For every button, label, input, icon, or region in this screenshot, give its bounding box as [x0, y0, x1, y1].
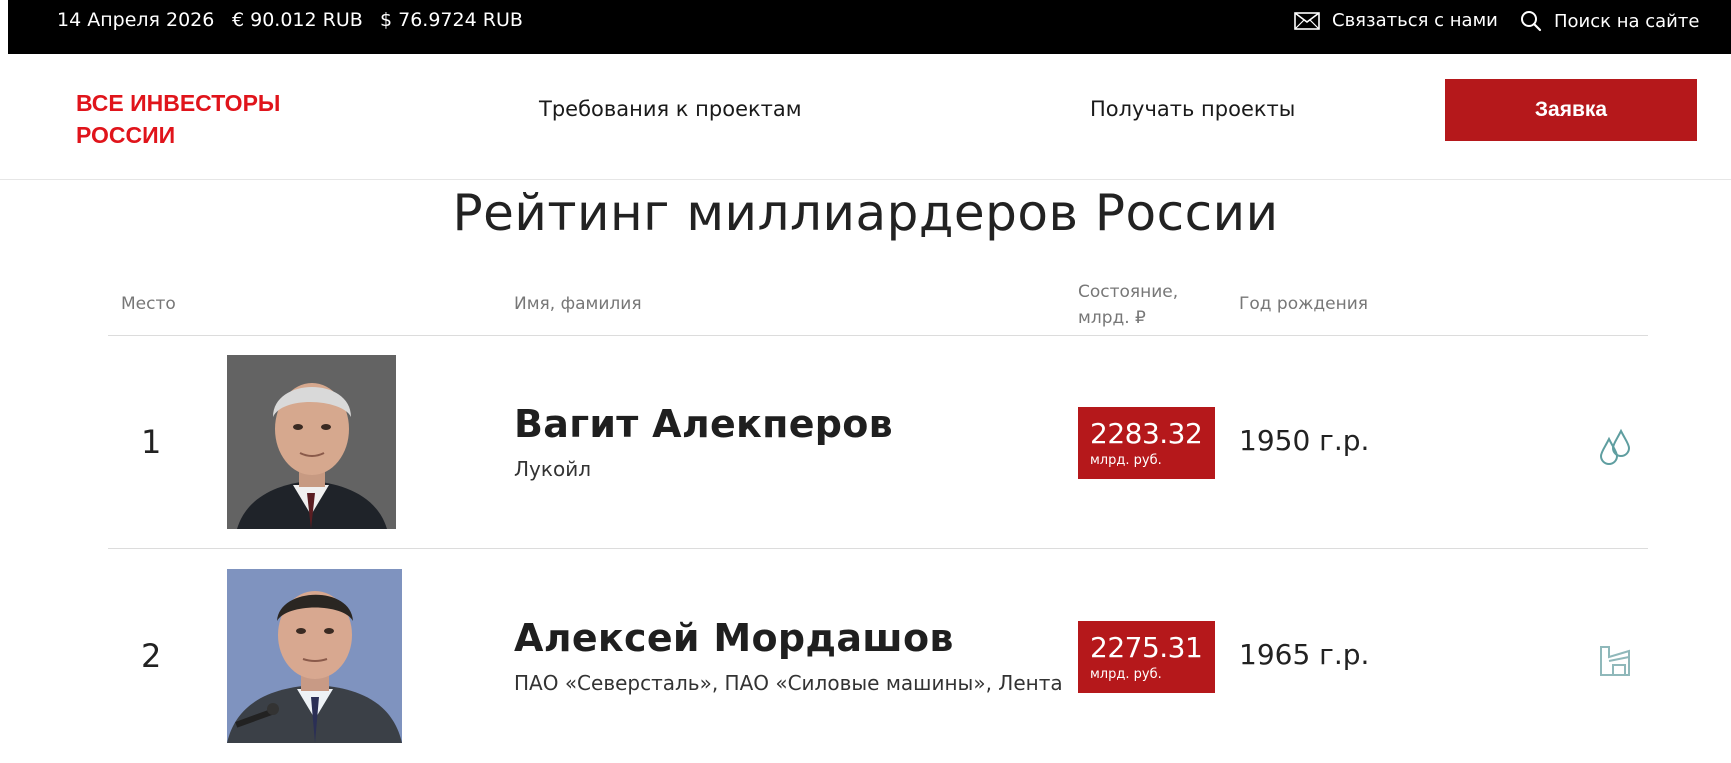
eur-rate: € 90.012 RUB	[232, 9, 363, 31]
column-worth: Состояние, млрд. ₽	[1078, 279, 1218, 331]
person-photo	[227, 355, 396, 529]
birth-year: 1950 г.р.	[1239, 424, 1370, 457]
person-photo	[227, 569, 402, 743]
net-worth-value: 2283.32	[1090, 417, 1203, 450]
logo-line-1: ВСЕ ИНВЕСТОРЫ	[76, 90, 281, 116]
column-name: Имя, фамилия	[514, 294, 642, 314]
site-logo[interactable]: ВСЕ ИНВЕСТОРЫ РОССИИ	[76, 87, 296, 151]
column-worth-line-1: Состояние,	[1078, 282, 1179, 302]
rank: 1	[141, 423, 162, 461]
person-name[interactable]: Вагит Алекперов	[514, 402, 893, 446]
column-worth-line-2: млрд. ₽	[1078, 308, 1146, 328]
nav-requirements[interactable]: Требования к проектам	[539, 97, 802, 121]
birth-year: 1965 г.р.	[1239, 638, 1370, 671]
net-worth-badge: 2283.32 млрд. руб.	[1078, 407, 1215, 479]
net-worth-value: 2275.31	[1090, 631, 1203, 664]
table-row[interactable]: 1 Вагит Алекперов Лукойл 2283.32 млрд. р…	[108, 335, 1648, 549]
column-birth-year: Год рождения	[1239, 294, 1369, 314]
contact-label: Связаться с нами	[1332, 10, 1498, 31]
logo-line-2: РОССИИ	[76, 122, 176, 148]
table-row[interactable]: 2 Алексей Мордашов ПАО «Северсталь», ПАО…	[108, 549, 1648, 762]
current-date: 14 Апреля 2026	[57, 9, 215, 31]
net-worth-unit: млрд. руб.	[1090, 453, 1162, 468]
contact-link[interactable]: Связаться с нами	[1294, 10, 1498, 31]
column-place: Место	[121, 294, 176, 314]
search-link[interactable]: Поиск на сайте	[1520, 10, 1699, 32]
company: Лукойл	[514, 457, 591, 481]
oil-drops-icon	[1599, 428, 1631, 465]
table-header: Место Имя, фамилия Состояние, млрд. ₽ Го…	[108, 279, 1648, 336]
net-worth-badge: 2275.31 млрд. руб.	[1078, 621, 1215, 693]
search-label: Поиск на сайте	[1554, 10, 1700, 32]
factory-icon	[1600, 646, 1630, 676]
top-bar: 14 Апреля 2026 € 90.012 RUB $ 76.9724 RU…	[8, 0, 1731, 54]
page-title: Рейтинг миллиардеров России	[452, 184, 1279, 242]
company: ПАО «Северсталь», ПАО «Силовые машины», …	[514, 671, 1063, 695]
nav-get-projects[interactable]: Получать проекты	[1090, 97, 1295, 121]
usd-rate: $ 76.9724 RUB	[380, 9, 523, 31]
rank: 2	[141, 637, 162, 675]
apply-button[interactable]: Заявка	[1445, 79, 1697, 141]
person-name[interactable]: Алексей Мордашов	[514, 616, 954, 660]
search-icon	[1521, 11, 1542, 32]
site-header: ВСЕ ИНВЕСТОРЫ РОССИИ Требования к проект…	[0, 54, 1731, 180]
net-worth-unit: млрд. руб.	[1090, 667, 1162, 682]
mail-icon	[1294, 11, 1320, 30]
